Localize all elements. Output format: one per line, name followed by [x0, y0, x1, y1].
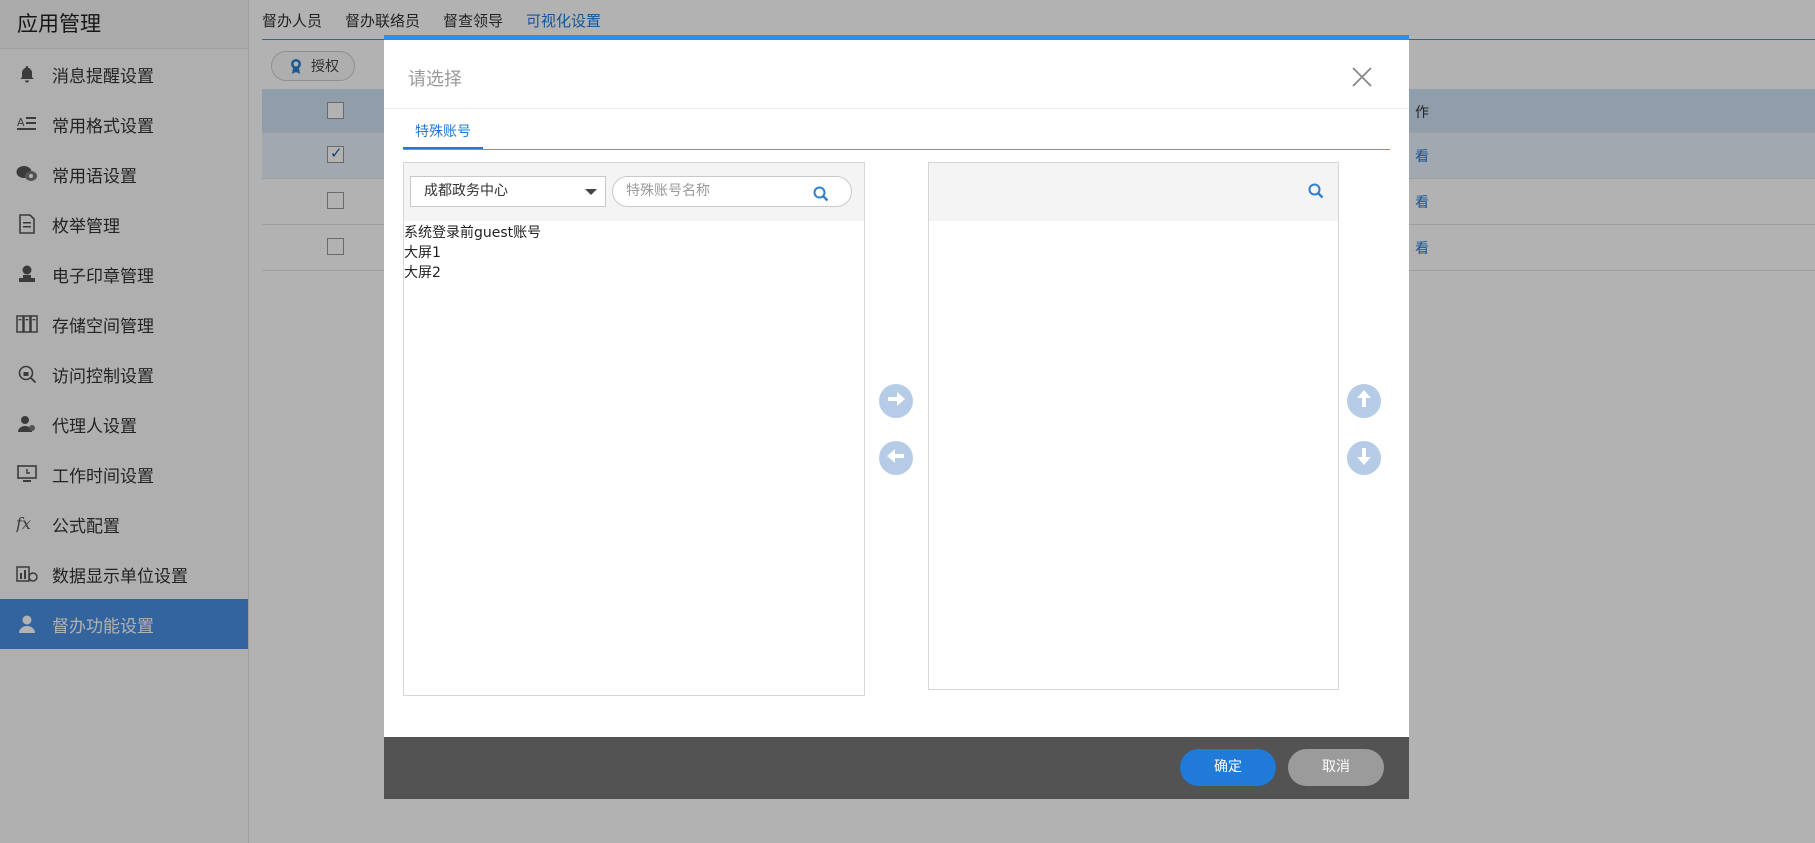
- select-dialog: 请选择 特殊账号 成都政务中心 系统登录前guest账号 大屏1 大屏2: [384, 35, 1409, 799]
- org-select[interactable]: 成都政务中心: [410, 176, 606, 207]
- filter-toolbar: 成都政务中心: [404, 163, 864, 221]
- move-right-button[interactable]: [879, 384, 913, 418]
- arrow-right-icon: [885, 388, 907, 414]
- tab-special-accounts[interactable]: 特殊账号: [403, 115, 483, 149]
- move-up-button[interactable]: [1347, 384, 1381, 418]
- search-input[interactable]: [626, 183, 806, 199]
- confirm-button[interactable]: 确定: [1180, 749, 1276, 786]
- search-field[interactable]: [612, 176, 852, 207]
- selected-list-panel: [928, 162, 1339, 690]
- list-item[interactable]: 大屏1: [404, 243, 864, 263]
- arrow-up-icon: [1353, 388, 1375, 414]
- tab-divider: [403, 149, 1390, 150]
- arrow-down-icon: [1353, 445, 1375, 471]
- arrow-left-icon: [885, 445, 907, 471]
- list-item[interactable]: 大屏2: [404, 263, 864, 283]
- account-list: 系统登录前guest账号 大屏1 大屏2: [404, 221, 864, 283]
- dialog-footer: 确定 取消: [384, 737, 1409, 799]
- cancel-button[interactable]: 取消: [1288, 749, 1384, 786]
- selected-toolbar: [929, 163, 1338, 221]
- dialog-header-divider: [384, 108, 1409, 109]
- search-icon[interactable]: [813, 184, 829, 202]
- list-item[interactable]: 系统登录前guest账号: [404, 223, 864, 243]
- search-icon[interactable]: [1308, 183, 1324, 199]
- move-left-button[interactable]: [879, 441, 913, 475]
- chevron-down-icon: [585, 189, 597, 195]
- dialog-title: 请选择: [408, 69, 462, 90]
- move-down-button[interactable]: [1347, 441, 1381, 475]
- org-select-value: 成都政务中心: [424, 183, 508, 199]
- close-icon[interactable]: [1351, 66, 1373, 88]
- available-list-panel: 成都政务中心 系统登录前guest账号 大屏1 大屏2: [403, 162, 865, 696]
